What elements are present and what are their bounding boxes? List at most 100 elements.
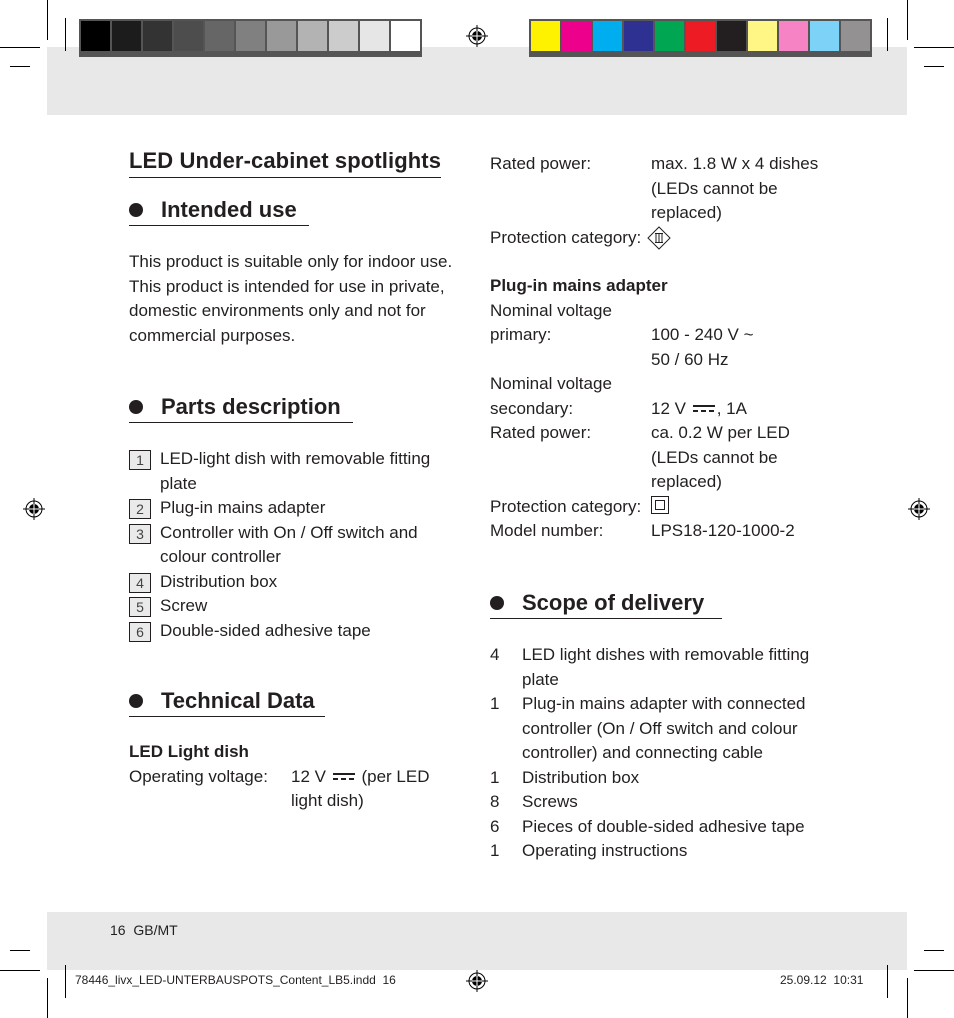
crop-mark (907, 0, 908, 40)
item-quantity: 6 (490, 816, 500, 836)
heading-text: Parts description (161, 394, 341, 419)
crop-mark (914, 970, 954, 971)
crop-mark (914, 47, 954, 48)
direct-current-icon (332, 773, 355, 781)
parts-list: 1 LED-light dish with removable fitting p… (129, 447, 439, 643)
spec-label: Nominal voltage (490, 300, 612, 320)
list-item: 1 Operating instructions (490, 839, 820, 864)
registration-mark-icon (908, 498, 930, 520)
spec-row: primary: 100 - 240 V ~ 50 / 60 Hz (490, 323, 835, 372)
section-heading-intended-use: Intended use (129, 197, 309, 226)
part-label: Screw (160, 596, 208, 615)
spec-value: ca. 0.2 W per LED (LEDs cannot be replac… (651, 423, 790, 491)
scope-of-delivery-list: 4 LED light dishes with removable fitting… (490, 643, 820, 864)
spec-label: Protection category: (490, 496, 642, 516)
footer-band (47, 912, 907, 970)
crop-mark (10, 66, 30, 67)
spec-row: Rated power: ca. 0.2 W per LED (LEDs can… (490, 421, 835, 495)
item-label: LED light dishes with removable fitting … (522, 645, 810, 689)
spec-value: 12 V (per LED light dish) (291, 765, 464, 814)
crop-mark (65, 18, 66, 51)
spec-label: Protection category: (490, 227, 642, 247)
color-swatch (655, 21, 684, 51)
spec-label: Rated power: (490, 423, 592, 442)
part-label: Controller with On / Off switch and colo… (160, 522, 418, 567)
spec-value: 100 - 240 V ~ 50 / 60 Hz (651, 323, 835, 372)
grayscale-color-bar (79, 19, 422, 57)
spec-label: Rated power: (490, 154, 592, 173)
crop-mark (47, 978, 48, 1018)
crop-mark (887, 965, 888, 998)
page-number: 16 (110, 922, 126, 938)
color-swatch (267, 21, 296, 51)
spec-row: Rated power: max. 1.8 W x 4 dishes (LEDs… (490, 152, 835, 226)
led-dish-specs-continued: Rated power: max. 1.8 W x 4 dishes (LEDs… (490, 152, 835, 254)
primary-frequency: 50 / 60 Hz (651, 349, 729, 369)
color-swatch (391, 21, 420, 51)
item-quantity: 4 (490, 645, 500, 664)
color-swatch (841, 21, 870, 51)
slug-filename: 78446_livx_LED-UNTERBAUSPOTS_Content_LB5… (75, 973, 376, 987)
list-item: 3 Controller with On / Off switch and col… (129, 521, 439, 570)
spec-value: max. 1.8 W x 4 dishes (LEDs cannot be re… (651, 154, 819, 222)
spec-value (641, 225, 835, 255)
list-item: 2 Plug-in mains adapter (129, 496, 439, 521)
color-swatch (329, 21, 358, 51)
spec-row: secondary: 12 V , 1A (490, 397, 835, 422)
item-quantity: 1 (490, 694, 500, 713)
crop-mark (0, 47, 40, 48)
protection-class-iii-icon (647, 225, 671, 250)
color-swatch (810, 21, 839, 51)
page-title: LED Under-cabinet spotlights (129, 148, 442, 178)
color-swatch (624, 21, 653, 51)
spec-row: Nominal voltage (490, 299, 835, 324)
color-swatch (81, 21, 110, 51)
spec-label: Model number: (490, 521, 604, 540)
color-swatch (593, 21, 622, 51)
part-number-box: 4 (129, 572, 151, 593)
bullet-icon (490, 596, 504, 610)
list-item: 4 Distribution box (129, 570, 439, 595)
slug-date: 25.09.12 (780, 973, 827, 987)
crop-mark (907, 978, 908, 1018)
crop-mark (924, 66, 944, 67)
part-number-box: 6 (129, 621, 151, 642)
crop-mark (47, 0, 48, 40)
bullet-icon (129, 694, 143, 708)
list-item: 1 LED-light dish with removable fitting p… (129, 447, 439, 496)
color-swatch (748, 21, 777, 51)
direct-current-icon (692, 405, 715, 413)
part-number-box: 3 (129, 523, 151, 544)
color-swatch (298, 21, 327, 51)
spec-label: Nominal voltage (490, 374, 612, 393)
color-swatch (686, 21, 715, 51)
secondary-voltage: 12 V (651, 398, 686, 418)
registration-mark-icon (466, 970, 488, 992)
heading-text: Technical Data (161, 688, 315, 713)
spec-value: 12 V , 1A (651, 397, 835, 422)
item-quantity: 1 (490, 767, 500, 787)
part-label: Distribution box (160, 571, 278, 591)
color-swatch (562, 21, 591, 51)
header-band (47, 47, 907, 115)
voltage-value: 12 V (291, 766, 326, 786)
registration-mark-icon (466, 25, 488, 47)
item-label: Screws (522, 792, 578, 811)
list-item: 6 Double-sided adhesive tape (129, 619, 439, 644)
slug-time: 10:31 (833, 973, 864, 987)
section-heading-scope-of-delivery: Scope of delivery (490, 590, 722, 619)
spec-label: Operating voltage: (129, 766, 268, 786)
color-swatch (174, 21, 203, 51)
list-item: 5 Screw (129, 594, 439, 619)
item-quantity: 1 (490, 841, 500, 860)
primary-voltage: 100 - 240 V ~ (651, 325, 754, 344)
part-number-box: 5 (129, 597, 151, 617)
part-number-box: 2 (129, 499, 151, 519)
protection-class-ii-icon (651, 495, 669, 514)
adapter-specs: Plug-in mains adapter Nominal voltage pr… (490, 274, 835, 544)
intended-use-text: This product is suitable only for indoor… (129, 252, 453, 345)
color-swatch (717, 21, 746, 51)
spec-value: LPS18-120-1000-2 (651, 521, 795, 540)
crop-mark (887, 18, 888, 51)
list-item: 6 Pieces of double-sided adhesive tape (490, 815, 820, 840)
